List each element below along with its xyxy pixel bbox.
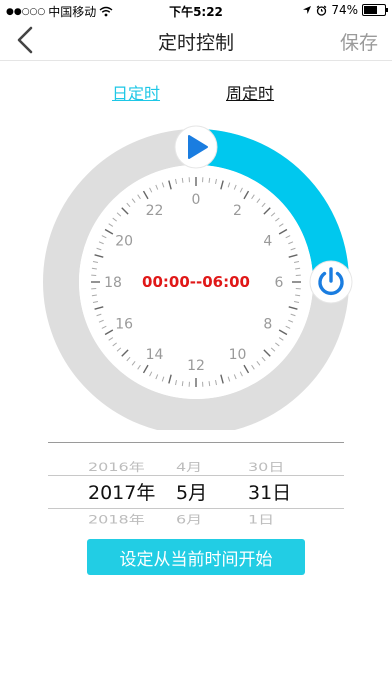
- picker-selection-top: [48, 475, 344, 476]
- picker-year-selected: 2017年: [88, 482, 156, 504]
- time-range-label: 00:00--06:00: [142, 273, 250, 291]
- picker-row-next[interactable]: 2018年 6月 1日: [48, 510, 344, 528]
- hour-label-16: 16: [115, 317, 133, 333]
- hour-label-12: 12: [187, 358, 205, 374]
- picker-row-selected[interactable]: 2017年 5月 31日: [48, 478, 344, 504]
- dial-tick: [208, 177, 211, 183]
- dial-tick: [295, 267, 301, 270]
- picker-day-selected: 31日: [248, 482, 292, 504]
- save-button[interactable]: 保存: [340, 28, 378, 55]
- status-bar: ●●○○○ 中国移动 下午5:22 74%: [0, 0, 392, 20]
- alarm-clock-icon: [316, 5, 327, 16]
- dial-tick: [181, 177, 184, 183]
- picker-year: 2018年: [88, 512, 145, 527]
- dial-tick: [91, 267, 97, 270]
- picker-year: 2016年: [88, 460, 145, 474]
- dial-tick: [295, 294, 301, 297]
- tab-daily-timer[interactable]: 日定时: [112, 80, 160, 104]
- picker-top-divider: [48, 442, 344, 443]
- page-title: 定时控制: [157, 32, 234, 54]
- picker-day: 1日: [248, 512, 275, 527]
- picker-day: 30日: [248, 460, 285, 474]
- picker-month-selected: 5月: [176, 482, 208, 504]
- start-from-now-button[interactable]: 设定从当前时间开始: [87, 539, 305, 575]
- hour-label-8: 8: [263, 317, 272, 333]
- timer-dial[interactable]: 0 2 4 6 8 10 12 14 16 18 20 22 00:00--06:00: [0, 110, 392, 430]
- hour-label-20: 20: [115, 234, 133, 250]
- dial-tick: [181, 381, 184, 387]
- location-arrow-icon: [303, 6, 312, 14]
- hour-label-18: 18: [104, 275, 122, 291]
- hour-label-4: 4: [263, 234, 272, 250]
- dial-tick: [208, 381, 211, 387]
- dial-tick: [91, 294, 97, 297]
- hour-label-6: 6: [275, 275, 284, 291]
- hour-label-2: 2: [233, 203, 242, 219]
- nav-bar: 定时控制 保存: [0, 20, 392, 61]
- start-time-knob[interactable]: [174, 125, 218, 169]
- battery-icon: [362, 4, 388, 16]
- end-time-knob[interactable]: [309, 260, 353, 304]
- battery-percent: 74%: [331, 3, 358, 17]
- picker-selection-bottom: [48, 508, 344, 509]
- chevron-left-icon[interactable]: [10, 24, 42, 56]
- hour-label-22: 22: [146, 203, 164, 219]
- picker-row-prev[interactable]: 2016年 4月 30日: [48, 457, 344, 476]
- hour-label-10: 10: [229, 347, 247, 363]
- mode-tabs: 日定时 周定时: [0, 80, 392, 104]
- date-picker[interactable]: 2016年 4月 30日 2017年 5月 31日 2018年 6月 1日: [48, 442, 344, 528]
- hour-label-0: 0: [192, 192, 201, 208]
- tab-weekly-timer[interactable]: 周定时: [226, 80, 274, 104]
- picker-month: 6月: [176, 512, 203, 527]
- hour-label-14: 14: [146, 347, 164, 363]
- picker-month: 4月: [176, 460, 203, 474]
